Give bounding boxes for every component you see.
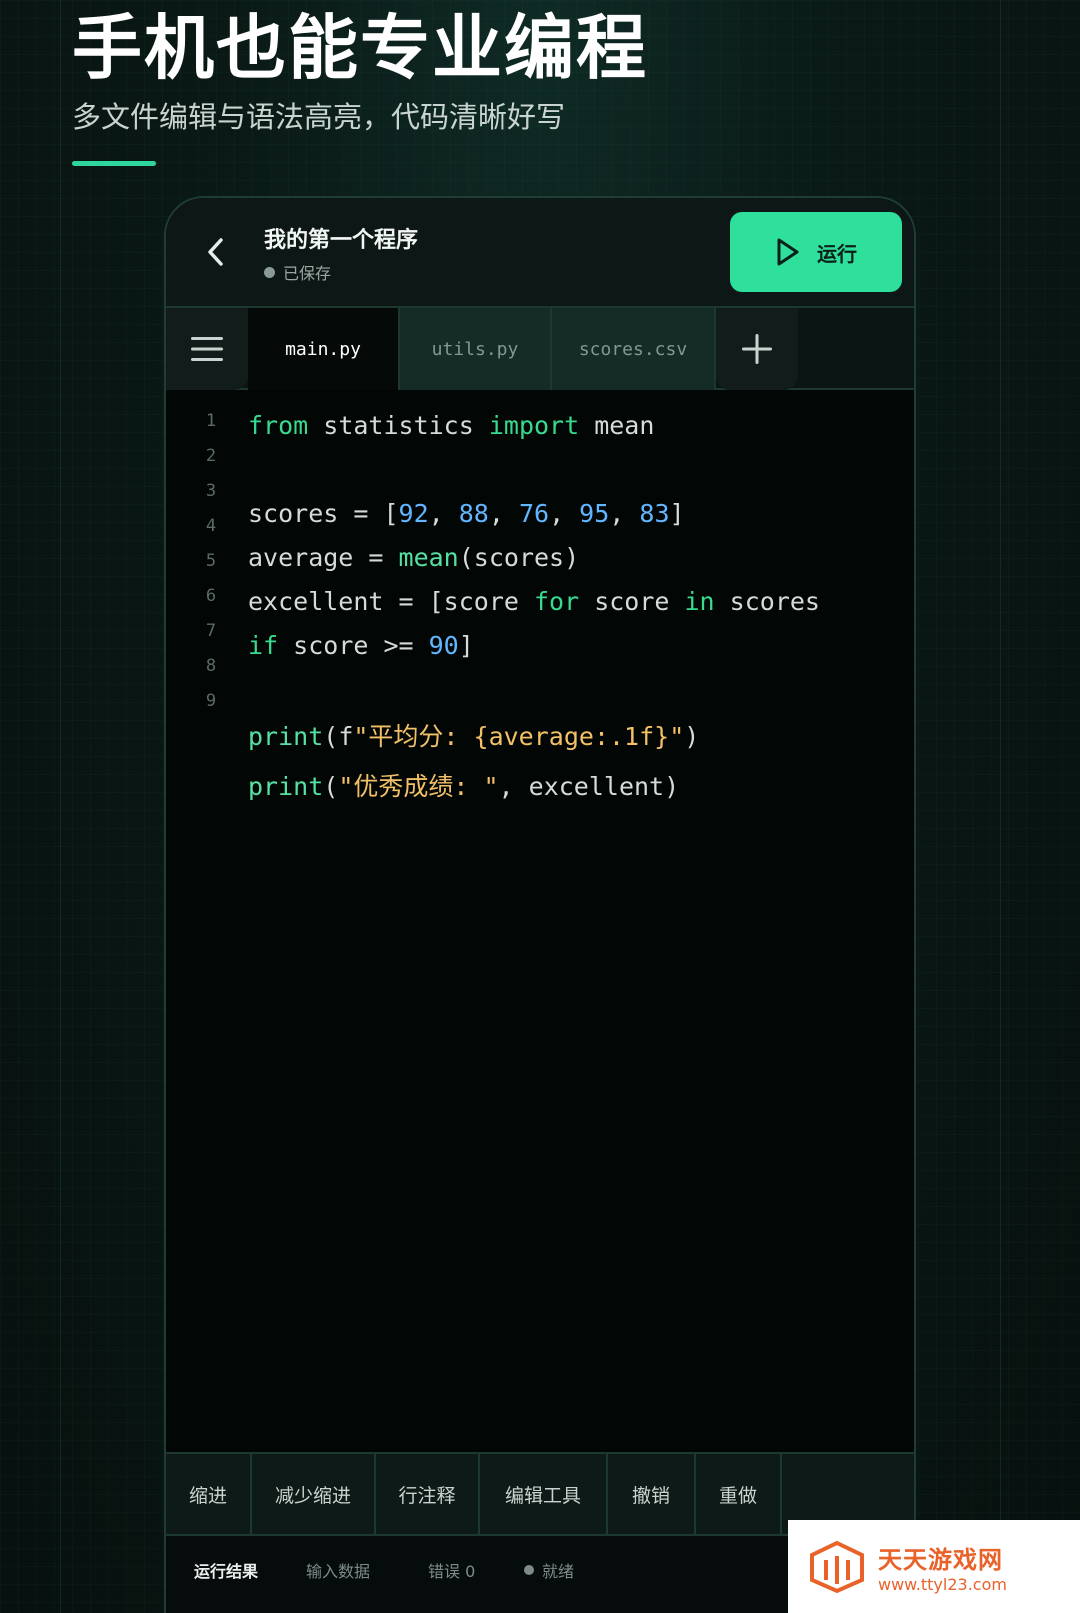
line-number-gutter: 1 2 3 4 5 6 7 8 9 [196, 404, 226, 719]
tab-utils-py[interactable]: utils.py [400, 308, 552, 390]
code-line: average = mean(scores) [248, 536, 820, 580]
tab-run-result[interactable]: 运行结果 [194, 1558, 258, 1582]
code-text: scores [714, 587, 820, 616]
hero-accent-bar [72, 161, 156, 166]
code-string: "优秀成绩: " [338, 772, 499, 801]
watermark: 天天游戏网 www.ttyl23.com [788, 1520, 1080, 1613]
code-text: ] [458, 631, 474, 660]
tab-scores-csv[interactable]: scores.csv [552, 308, 716, 390]
code-number: 88 [458, 499, 489, 528]
code-keyword: for [533, 587, 580, 616]
plus-icon [742, 334, 772, 364]
line-number: 4 [205, 516, 217, 536]
line-number: 7 [205, 621, 217, 641]
code-text: , [549, 499, 580, 528]
save-status-text: 已保存 [283, 264, 332, 283]
status-dot-icon [524, 1565, 534, 1575]
site-logo-icon [810, 1540, 864, 1593]
watermark-name: 天天游戏网 [878, 1545, 1003, 1574]
code-function: print [248, 772, 324, 801]
line-number: 6 [205, 586, 217, 606]
code-number: 95 [579, 499, 610, 528]
code-text: average = [248, 543, 399, 572]
code-keyword: import [488, 411, 580, 440]
code-editor[interactable]: 1 2 3 4 5 6 7 8 9 from statistics import… [166, 390, 914, 1458]
code-keyword: in [684, 587, 715, 616]
line-number: 8 [205, 656, 217, 676]
code-text: ( [323, 772, 339, 801]
code-line: print("优秀成绩: ", excellent) [248, 762, 820, 812]
code-text: , [488, 499, 519, 528]
run-button-label: 运行 [817, 241, 857, 266]
code-string: "平均分: {average:.1f}" [353, 722, 685, 751]
code-line: excellent = [score for score in scores [248, 580, 820, 624]
code-number: 83 [639, 499, 670, 528]
status-ready-label: 就绪 [542, 1562, 575, 1581]
code-keyword: if [248, 631, 279, 660]
tab-main-py[interactable]: main.py [248, 308, 400, 390]
code-line: from statistics import mean [248, 404, 820, 448]
tab-errors[interactable]: 错误 0 [428, 1558, 475, 1582]
code-text: excellent = [score [248, 587, 534, 616]
code-line: print(f"平均分: {average:.1f}") [248, 712, 820, 762]
line-number: 9 [205, 691, 217, 711]
indent-button[interactable]: 缩进 [166, 1454, 252, 1534]
tab-input-data[interactable]: 输入数据 [306, 1558, 370, 1582]
code-text: , [428, 499, 459, 528]
file-menu-button[interactable] [166, 308, 248, 390]
code-text: (scores) [458, 543, 580, 572]
line-number: 2 [205, 446, 217, 466]
hero-title: 手机也能专业编程 [72, 7, 648, 89]
code-number: 90 [428, 631, 459, 660]
editor-topbar: 我的第一个程序 已保存 运行 [166, 198, 914, 306]
code-text: ] [669, 499, 685, 528]
code-content: from statistics import mean scores = [92… [248, 404, 820, 812]
code-number: 76 [518, 499, 550, 528]
line-number: 1 [205, 411, 217, 431]
code-function: mean [398, 543, 459, 572]
undo-button[interactable]: 撤销 [608, 1454, 696, 1534]
add-file-button[interactable] [716, 308, 798, 390]
code-text: mean [579, 411, 655, 440]
code-line: if score >= 90] [248, 624, 820, 668]
save-status: 已保存 [264, 260, 331, 284]
line-number: 5 [205, 551, 217, 571]
background-line [60, 0, 61, 1613]
file-tabbar: main.py utils.py scores.csv [166, 306, 914, 390]
status-ready: 就绪 [524, 1558, 574, 1582]
code-text: (f [323, 722, 354, 751]
code-text: , excellent) [498, 772, 680, 801]
line-comment-button[interactable]: 行注释 [376, 1454, 480, 1534]
chevron-left-icon [208, 238, 223, 266]
code-number: 92 [398, 499, 429, 528]
code-text: ) [684, 722, 700, 751]
phone-frame: 我的第一个程序 已保存 运行 main.py utils.py scores.c… [164, 196, 916, 1613]
code-keyword: from [248, 411, 309, 440]
code-text: score [579, 587, 685, 616]
code-text: score >= [278, 631, 429, 660]
outdent-button[interactable]: 减少缩进 [252, 1454, 376, 1534]
run-button[interactable]: 运行 [730, 212, 902, 292]
watermark-url: www.ttyl23.com [878, 1574, 1007, 1594]
code-text: , [609, 499, 640, 528]
hero-subtitle: 多文件编辑与语法高亮，代码清晰好写 [72, 100, 566, 134]
background-line [1000, 0, 1001, 1613]
code-text: scores = [ [248, 499, 399, 528]
back-button[interactable] [196, 232, 236, 272]
play-icon [777, 238, 799, 266]
redo-button[interactable]: 重做 [696, 1454, 782, 1534]
edit-tools-button[interactable]: 编辑工具 [480, 1454, 608, 1534]
status-dot-icon [264, 266, 275, 278]
document-title: 我的第一个程序 [264, 228, 419, 253]
code-line: scores = [92, 88, 76, 95, 83] [248, 492, 820, 536]
code-text: statistics [308, 411, 489, 440]
hamburger-menu-icon [191, 337, 223, 361]
code-function: print [248, 722, 324, 751]
line-number: 3 [205, 481, 217, 501]
